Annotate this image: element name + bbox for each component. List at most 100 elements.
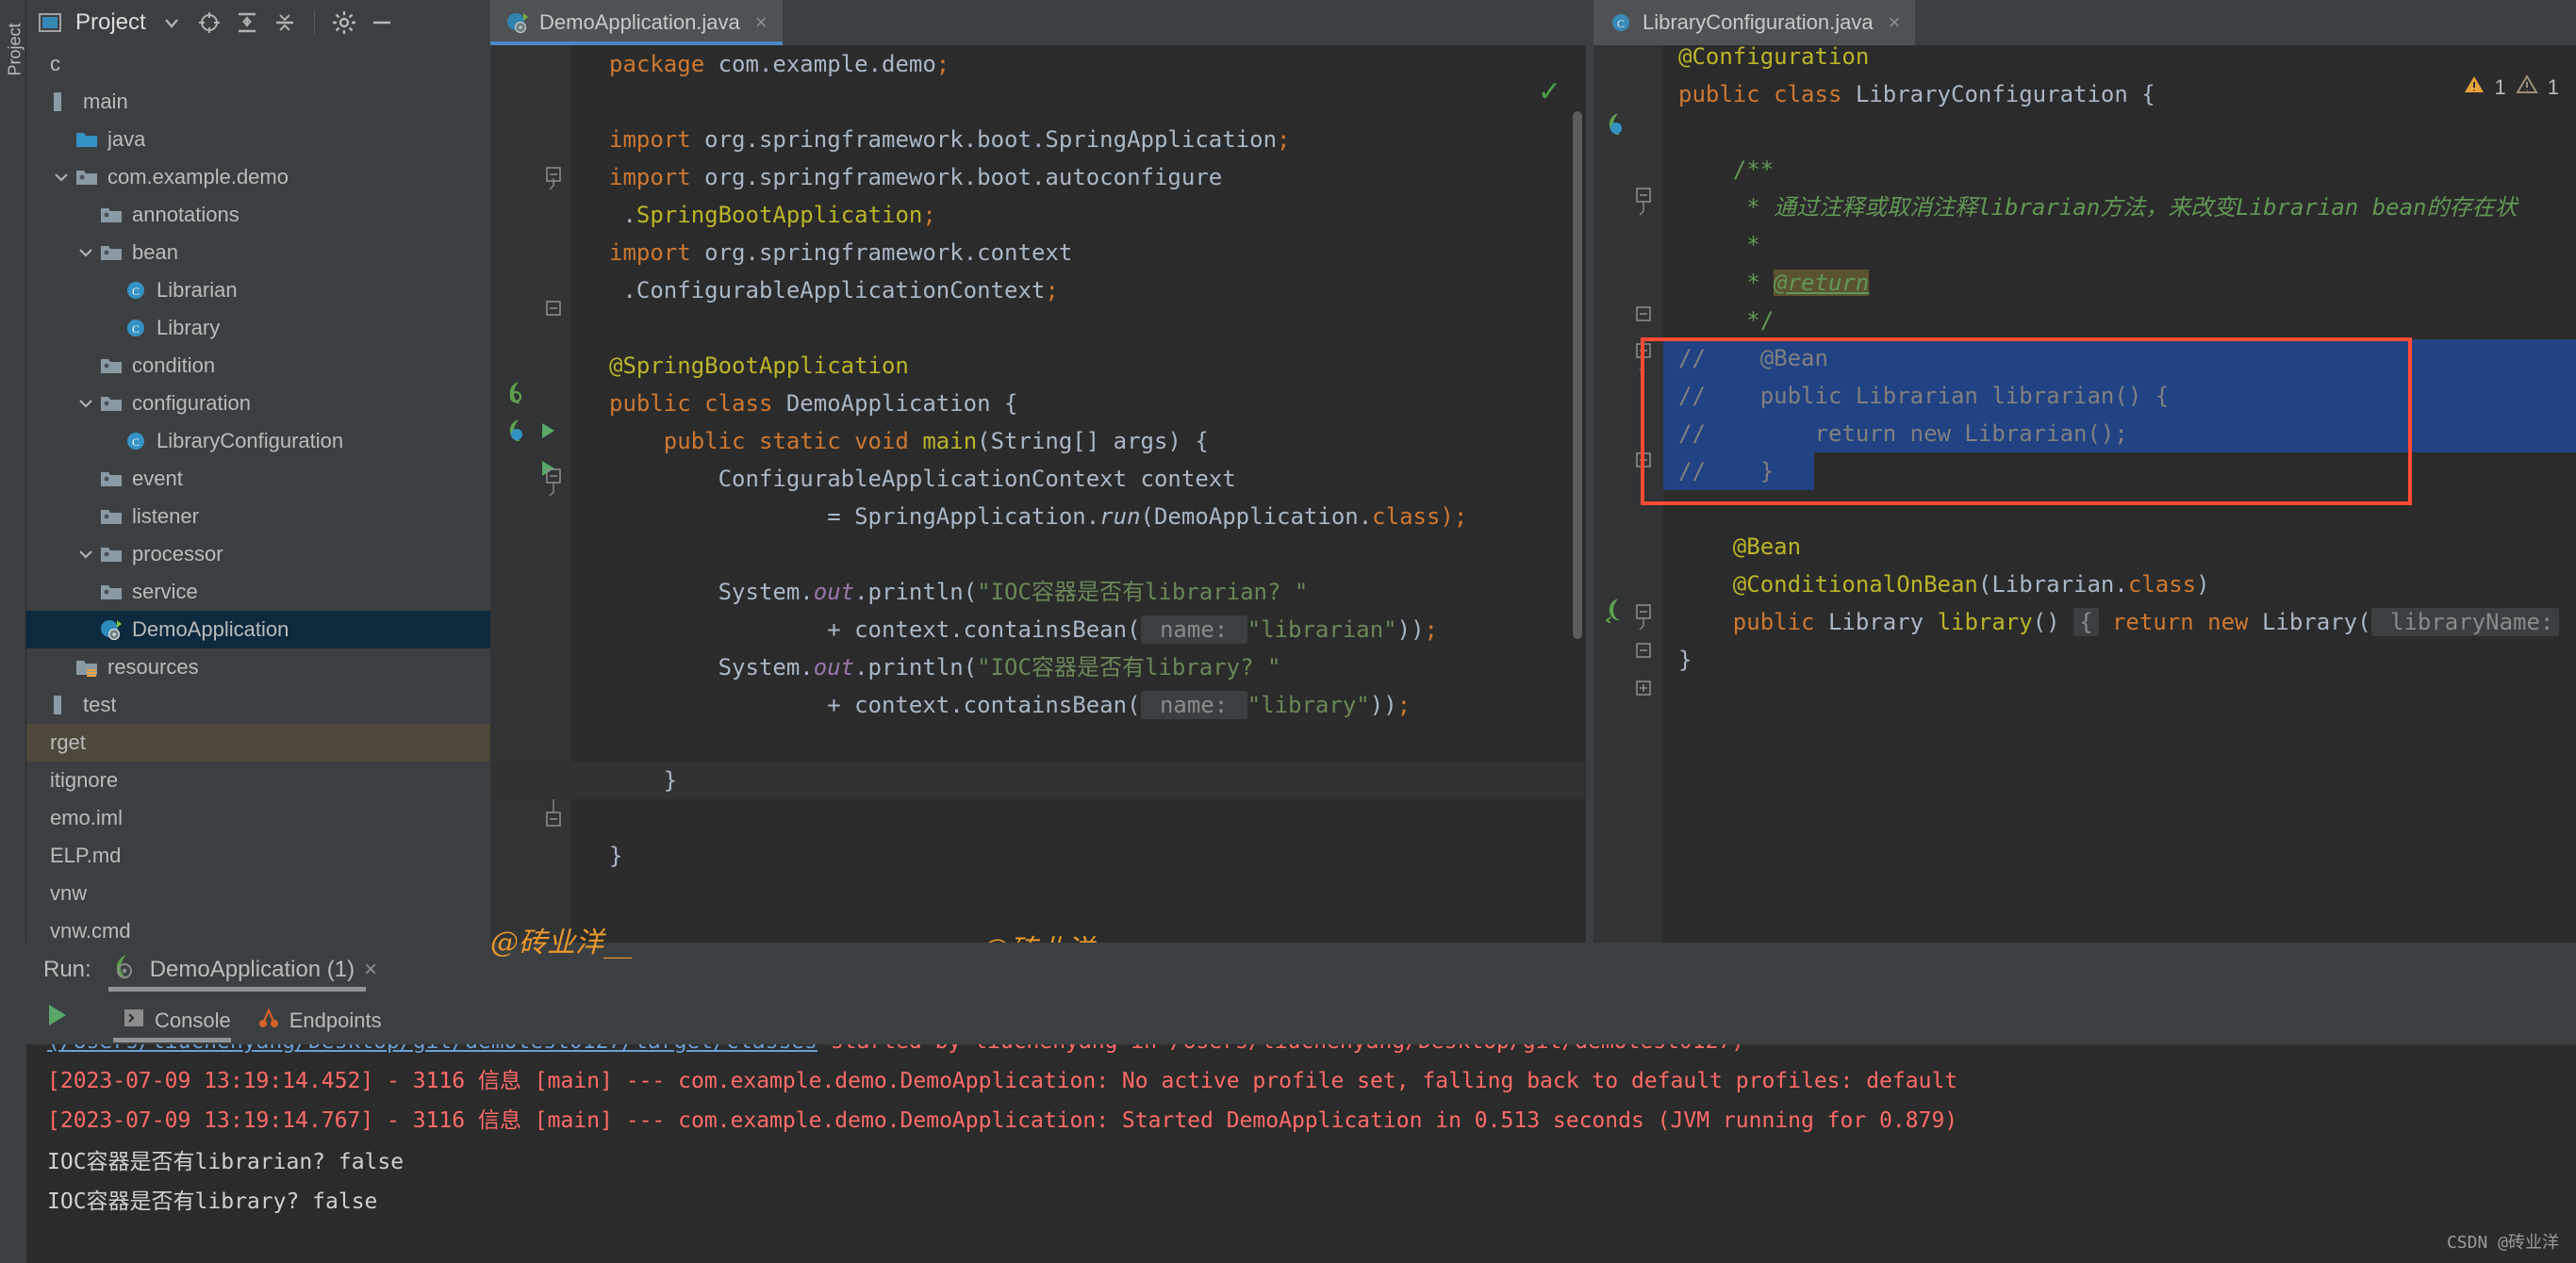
tree-item-librarian[interactable]: C Librarian [26, 271, 490, 309]
close-icon[interactable]: × [1889, 10, 1901, 35]
fold-marker-bean-end-icon[interactable] [1635, 641, 1652, 660]
chevron-down-icon[interactable] [75, 544, 96, 565]
csdn-watermark: CSDN @砖业洋 [2446, 1233, 2559, 1253]
fold-marker-comment-end-icon[interactable] [1635, 451, 1652, 469]
tree-item-rget[interactable]: rget [26, 724, 490, 762]
tree-item-resources[interactable]: resources [26, 648, 490, 686]
tree-item-library[interactable]: C Library [26, 309, 490, 347]
editor-code-left[interactable]: package com.example.demo; import org.spr… [490, 45, 1586, 943]
editor-tab-bar: DemoApplication.java × C LibraryConfigurati… [490, 0, 2576, 45]
editor-tab-demoapplication-java[interactable]: DemoApplication.java × [490, 0, 783, 45]
code-line: ConfigurableApplicationContext context [609, 466, 1236, 492]
tree-item-annotations[interactable]: annotations [26, 196, 490, 234]
tree-item-label: test [83, 693, 117, 716]
code-line: public class LibraryConfiguration { [1678, 81, 2155, 107]
spring-config-gutter-icon[interactable] [1605, 111, 1631, 142]
module-icon [50, 693, 74, 717]
editor-code-right[interactable]: @Configuration public class LibraryConfi… [1663, 45, 2576, 943]
tree-item-test[interactable]: test [26, 686, 490, 724]
run-gutter-icon[interactable] [537, 420, 558, 446]
spring-bean-gutter-icon[interactable] [1605, 597, 1631, 628]
fold-marker-javadoc-icon[interactable] [1635, 187, 1652, 219]
tab-endpoints[interactable]: Endpoints [257, 997, 382, 1044]
tree-item-vnw[interactable]: vnw [26, 875, 490, 912]
fold-marker-method-icon[interactable] [545, 467, 562, 498]
tree-item-itignore[interactable]: itignore [26, 762, 490, 799]
tree-item-libraryconfiguration[interactable]: C LibraryConfiguration [26, 422, 490, 460]
editor-libraryconfiguration[interactable]: @Configuration public class LibraryConfi… [1593, 45, 2576, 943]
expand-all-icon[interactable] [235, 10, 259, 35]
spring-bean-gutter-icon[interactable] [505, 380, 532, 411]
tree-item-emo-iml[interactable]: emo.iml [26, 799, 490, 837]
fold-marker-comment-icon[interactable] [1635, 342, 1652, 374]
tree-item-vnw-cmd[interactable]: vnw.cmd [26, 912, 490, 943]
rail-label-project[interactable]: Project [6, 1, 25, 75]
collapse-all-icon[interactable] [272, 10, 297, 35]
editor-tab-libraryconfiguration-java[interactable]: C LibraryConfiguration.java × [1593, 0, 1916, 45]
inspection-ok-icon[interactable]: ✓ [1538, 75, 1561, 108]
tree-item-label: LibraryConfiguration [157, 429, 344, 452]
chevron-down-icon[interactable] [159, 10, 184, 35]
tree-item-label: vnw.cmd [50, 919, 131, 943]
code-line: import org.springframework.context [609, 239, 1073, 266]
code-line: + context.containsBean( name: "librarian… [609, 615, 1438, 644]
fold-expand-icon[interactable] [1635, 679, 1652, 697]
tree-item-label: ELP.md [50, 844, 122, 867]
code-line: import org.springframework.boot.SpringAp… [609, 126, 1291, 153]
code-line-commented: // return new Librarian(); [1678, 420, 2128, 447]
fold-marker-bean-icon[interactable] [1635, 603, 1652, 632]
chevron-down-icon[interactable] [51, 167, 72, 188]
editor-scrollbar-left[interactable] [1573, 111, 1582, 639]
tree-item-label: annotations [132, 203, 239, 226]
tree-item-bean[interactable]: bean [26, 234, 490, 271]
tree-item-service[interactable]: service [26, 573, 490, 611]
tree-item-elp-md[interactable]: ELP.md [26, 837, 490, 875]
tree-item-label: main [83, 90, 128, 113]
tab-console[interactable]: Console [113, 997, 231, 1044]
tree-item-processor[interactable]: processor [26, 535, 490, 573]
fold-marker-javadoc-end-icon[interactable] [1635, 304, 1652, 323]
project-toolbar: Project [26, 0, 490, 45]
project-tree[interactable]: c main java com.example.demo annotations bean… [26, 45, 490, 943]
tree-item-condition[interactable]: condition [26, 347, 490, 385]
tree-item-event[interactable]: event [26, 460, 490, 498]
svg-text:C: C [132, 435, 140, 449]
console-output[interactable]: (/Users/liuchenyang/Desktop/git/demotest… [26, 1044, 2576, 1263]
editor-demoapplication[interactable]: package com.example.demo; import org.spr… [490, 45, 1586, 943]
tree-item-demoapplication[interactable]: DemoApplication [26, 611, 490, 648]
console-path-link[interactable]: (/Users/liuchenyang/Desktop/git/demotest… [47, 1044, 817, 1054]
tree-item-label: vnw [50, 881, 88, 905]
settings-gear-icon[interactable] [332, 10, 356, 35]
warning-triangle-icon [2463, 74, 2485, 102]
spring-config-gutter-icon[interactable] [505, 418, 532, 449]
tree-item-com-example-demo[interactable]: com.example.demo [26, 158, 490, 196]
code-line: .SpringBootApplication; [609, 202, 936, 228]
tree-item-configuration[interactable]: configuration [26, 385, 490, 422]
tree-item-listener[interactable]: listener [26, 498, 490, 535]
run-header: Run: DemoApplication (1) × [26, 943, 387, 997]
fold-marker-end-icon[interactable] [545, 298, 562, 317]
tree-item-c[interactable]: c [26, 45, 490, 83]
run-configuration-tab[interactable]: DemoApplication (1) × [107, 943, 387, 997]
package-icon [99, 504, 124, 529]
locate-icon[interactable] [197, 10, 222, 35]
close-icon[interactable]: × [364, 957, 377, 983]
code-line: * @return [1678, 270, 1870, 296]
editor-gutter-left[interactable] [490, 45, 571, 943]
code-line: = SpringApplication.run(DemoApplication.… [609, 503, 1468, 530]
tree-item-label: service [132, 580, 198, 603]
tree-item-label: c [50, 52, 60, 75]
hide-panel-icon[interactable] [370, 10, 394, 35]
chevron-down-icon[interactable] [75, 242, 96, 263]
close-icon[interactable]: × [755, 10, 768, 35]
tree-item-label: condition [132, 353, 216, 377]
package-icon [74, 165, 99, 189]
chevron-down-icon[interactable] [75, 393, 96, 414]
code-line: } [609, 843, 623, 869]
fold-marker-close-icon[interactable] [545, 799, 562, 828]
tree-item-main[interactable]: main [26, 83, 490, 121]
inspection-warning-widget[interactable]: 1 1 [2463, 74, 2559, 102]
tree-item-java[interactable]: java [26, 121, 490, 158]
fold-marker-icon[interactable] [545, 166, 562, 194]
editor-gutter-right[interactable] [1593, 45, 1663, 943]
